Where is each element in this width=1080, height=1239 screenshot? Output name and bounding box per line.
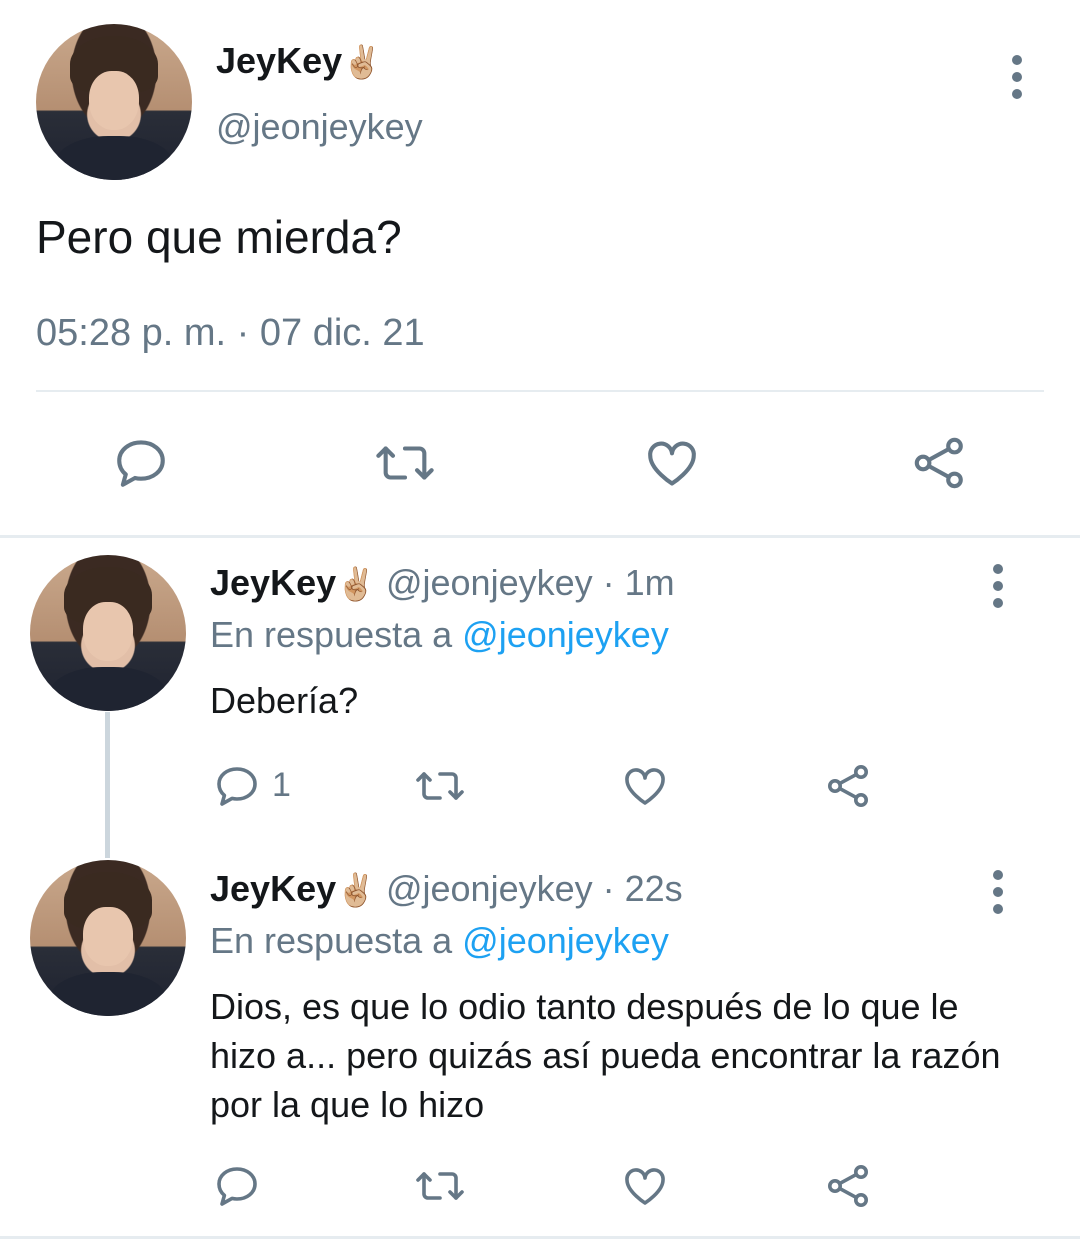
reply-time[interactable]: · 1m (603, 562, 675, 603)
reply-icon[interactable] (213, 762, 261, 810)
in-reply-to: En respuesta a @jeonjeykey (210, 920, 669, 962)
reply-count: 1 (272, 766, 291, 804)
victory-hand-emoji: ✌🏼 (342, 44, 382, 80)
reply-text: Dios, es que lo odio tanto después de lo… (210, 986, 1001, 1125)
reply-icon[interactable] (112, 434, 170, 492)
mention-link[interactable]: @jeonjeykey (462, 920, 669, 961)
share-icon[interactable] (824, 762, 874, 810)
retweet-icon[interactable] (412, 1162, 468, 1210)
reply-avatar[interactable] (30, 555, 186, 711)
author-avatar[interactable] (36, 24, 192, 180)
author-handle[interactable]: @jeonjeykey (216, 106, 423, 148)
share-icon[interactable] (910, 434, 970, 492)
author-name-text: JeyKey (216, 40, 343, 81)
in-reply-to: En respuesta a @jeonjeykey (210, 614, 669, 656)
more-options-icon[interactable] (1011, 55, 1023, 99)
more-options-icon[interactable] (992, 564, 1004, 608)
tweet-timestamp[interactable]: 05:28 p. m. · 07 dic. 21 (36, 312, 425, 355)
reply-time[interactable]: · 22s (603, 868, 683, 909)
reply-avatar[interactable] (30, 860, 186, 1016)
reply-author-name[interactable]: JeyKey (210, 562, 336, 603)
author-name[interactable]: JeyKey✌🏼 (216, 40, 382, 82)
share-icon[interactable] (824, 1162, 874, 1210)
more-options-icon[interactable] (992, 870, 1004, 914)
retweet-icon[interactable] (412, 762, 468, 810)
mention-link[interactable]: @jeonjeykey (462, 614, 669, 655)
section-divider (0, 535, 1080, 538)
in-reply-label: En respuesta a (210, 920, 463, 961)
thread-connector (105, 712, 110, 858)
reply-text: Debería? (210, 680, 359, 721)
like-icon[interactable] (620, 1162, 670, 1210)
retweet-icon[interactable] (372, 434, 438, 492)
reply-header: JeyKey✌🏼 @jeonjeykey · 22s (210, 868, 683, 910)
reply-header: JeyKey✌🏼 @jeonjeykey · 1m (210, 562, 675, 604)
like-icon[interactable] (620, 762, 670, 810)
reply-author-name[interactable]: JeyKey (210, 868, 336, 909)
victory-hand-emoji: ✌🏼 (336, 872, 376, 908)
reply-author-handle[interactable]: @jeonjeykey (386, 562, 593, 603)
in-reply-label: En respuesta a (210, 614, 463, 655)
like-icon[interactable] (642, 434, 702, 492)
reply-icon[interactable] (213, 1162, 261, 1210)
reply-author-handle[interactable]: @jeonjeykey (386, 868, 593, 909)
victory-hand-emoji: ✌🏼 (336, 566, 376, 602)
tweet-text: Pero que mierda? (36, 211, 402, 263)
divider (36, 390, 1044, 392)
